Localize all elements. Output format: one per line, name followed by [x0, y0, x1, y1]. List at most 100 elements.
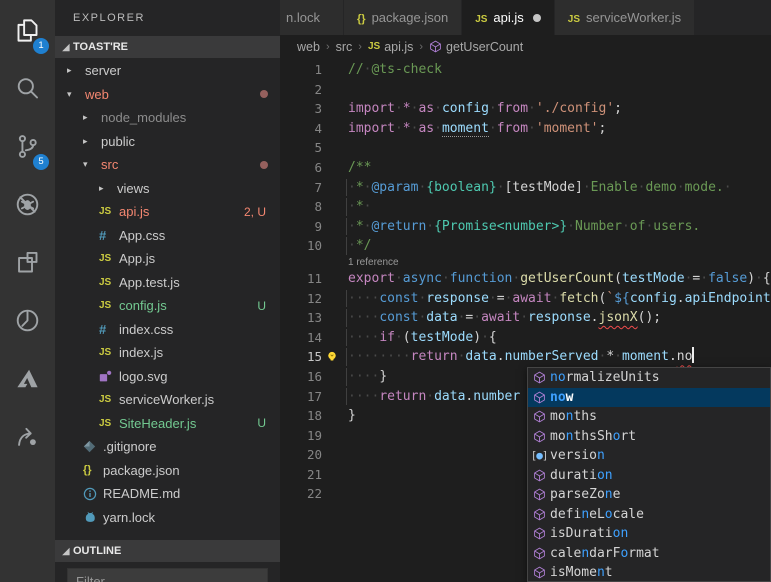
- suggestion-item-calendarFormat[interactable]: calendarFormat: [528, 544, 770, 564]
- tree-item-src[interactable]: ▾src: [55, 153, 280, 177]
- suggestion-item-isMoment[interactable]: isMoment: [528, 563, 770, 582]
- suggestion-item-months[interactable]: months: [528, 407, 770, 427]
- suggestion-item-now[interactable]: now: [528, 388, 770, 408]
- tree-item-app.test.js[interactable]: JSApp.test.js: [55, 271, 280, 295]
- editor-tab-package.json[interactable]: {}package.json: [344, 0, 462, 35]
- tree-item-public[interactable]: ▸public: [55, 130, 280, 154]
- file-type-icon: JS: [568, 10, 580, 25]
- dirty-indicator-icon[interactable]: [533, 14, 541, 22]
- line-number: 4: [280, 119, 322, 139]
- activity-bar: 15: [0, 0, 55, 582]
- code-line-4[interactable]: 4import·*·as·moment·from·'moment';: [280, 119, 771, 139]
- file-type-icon: #: [99, 322, 119, 337]
- suggestion-item-normalizeUnits[interactable]: normalizeUnits: [528, 368, 770, 388]
- sidebar-title: EXPLORER: [55, 0, 280, 36]
- problems-dot: [260, 90, 268, 98]
- suggestion-item-parseZone[interactable]: parseZone: [528, 485, 770, 505]
- tree-item-label: index.css: [119, 322, 173, 337]
- tree-item-yarn.lock[interactable]: yarn.lock: [55, 506, 280, 530]
- suggestion-item-isDuration[interactable]: isDuration: [528, 524, 770, 544]
- activity-item-azure[interactable]: [0, 352, 55, 410]
- symbol-method-icon: [429, 40, 442, 53]
- code-line-5[interactable]: 5: [280, 138, 771, 158]
- editor-tab-api.js[interactable]: JSapi.js: [462, 0, 555, 35]
- tree-item-server[interactable]: ▸server: [55, 59, 280, 83]
- suggestion-item-monthsShort[interactable]: monthsShort: [528, 427, 770, 447]
- file-type-icon: {}: [83, 464, 103, 476]
- tab-label: n.lock: [286, 10, 320, 25]
- code-line-content: export·async·function·getUserCount(testM…: [348, 269, 771, 289]
- tree-item-app.css[interactable]: #App.css: [55, 224, 280, 248]
- code-line-2[interactable]: 2: [280, 80, 771, 100]
- tree-item-web[interactable]: ▾web: [55, 83, 280, 107]
- tree-item-config.js[interactable]: JSconfig.jsU: [55, 294, 280, 318]
- editor-tab-serviceworker.js[interactable]: JSserviceWorker.js: [555, 0, 695, 35]
- breadcrumb-item-web[interactable]: web: [297, 40, 320, 54]
- code-line-1[interactable]: 1//·@ts-check: [280, 60, 771, 80]
- suggestion-item-defineLocale[interactable]: defineLocale: [528, 505, 770, 525]
- line-number: 8: [280, 197, 322, 217]
- tree-item-readme.md[interactable]: README.md: [55, 482, 280, 506]
- activity-item-search[interactable]: [0, 62, 55, 120]
- code-line-3[interactable]: 3import·*·as·config·from·'./config';: [280, 99, 771, 119]
- activity-item-source-control[interactable]: 5: [0, 120, 55, 178]
- chevron-down-icon: ▾: [83, 159, 101, 170]
- git-status-badge: 2, U: [244, 205, 266, 219]
- git-status-badge: U: [257, 299, 266, 313]
- line-number: 11: [280, 269, 322, 289]
- suggestion-item-duration[interactable]: duration: [528, 466, 770, 486]
- code-line-8[interactable]: 8·*·: [280, 197, 771, 217]
- gauge-icon: [14, 307, 41, 339]
- activity-item-debug[interactable]: [0, 178, 55, 236]
- breadcrumb-item-api.js[interactable]: JSapi.js: [368, 40, 413, 54]
- line-number: 5: [280, 138, 322, 158]
- line-number: 7: [280, 178, 322, 198]
- code-line-content: ·*·@param·{boolean}·[testMode]·Enable·de…: [348, 178, 732, 198]
- chevron-right-icon: ▸: [99, 183, 117, 194]
- line-number: 9: [280, 217, 322, 237]
- tree-item-node-modules[interactable]: ▸node_modules: [55, 106, 280, 130]
- line-number: 21: [280, 465, 322, 485]
- breadcrumb-item-getusercount[interactable]: getUserCount: [429, 40, 523, 54]
- tree-item-siteheader.js[interactable]: JSSiteHeader.jsU: [55, 412, 280, 436]
- symbol-method-icon: [528, 371, 550, 384]
- code-line-15[interactable]: 15········return·data.numberServed·*·mom…: [280, 347, 771, 367]
- tree-item-package.json[interactable]: {}package.json: [55, 459, 280, 483]
- activity-item-extensions[interactable]: [0, 236, 55, 294]
- tree-item-api.js[interactable]: JSapi.js2, U: [55, 200, 280, 224]
- lightbulb-icon[interactable]: [324, 349, 340, 365]
- tree-item-label: App.test.js: [119, 275, 180, 290]
- activity-item-explorer[interactable]: 1: [0, 4, 55, 62]
- code-line-9[interactable]: 9·*·@return·{Promise<number>}·Number·of·…: [280, 217, 771, 237]
- section-header-outline[interactable]: ◢ OUTLINE: [55, 540, 280, 562]
- tree-item-app.js[interactable]: JSApp.js: [55, 247, 280, 271]
- tree-item-index.css[interactable]: #index.css: [55, 318, 280, 342]
- suggestion-item-version[interactable]: [●]version: [528, 446, 770, 466]
- code-line-14[interactable]: 14····if·(testMode)·{: [280, 328, 771, 348]
- code-line-12[interactable]: 12····const·response·=·await·fetch(`${co…: [280, 289, 771, 309]
- code-line-11[interactable]: 11 export·async·function·getUserCount(tes…: [280, 269, 771, 289]
- editor-tab-n.lock[interactable]: n.lock: [280, 0, 344, 35]
- code-line-6[interactable]: 6/**: [280, 158, 771, 178]
- tree-item-index.js[interactable]: JSindex.js: [55, 341, 280, 365]
- tree-item-logo.svg[interactable]: logo.svg: [55, 365, 280, 389]
- activity-item-gauge[interactable]: [0, 294, 55, 352]
- symbol-method-icon: [528, 488, 550, 501]
- activity-item-share[interactable]: [0, 410, 55, 468]
- code-line-10[interactable]: 10·*/: [280, 236, 771, 256]
- sidebar-explorer: EXPLORER ◢ TOAST'RE ▸server▾web▸node_mod…: [55, 0, 280, 582]
- file-tree: ▸server▾web▸node_modules▸public▾src▸view…: [55, 58, 280, 529]
- symbol-method-icon: [528, 508, 550, 521]
- code-line-content: import·*·as·config·from·'./config';: [348, 99, 622, 119]
- code-line-13[interactable]: 13····const·data·=·await·response.jsonX(…: [280, 308, 771, 328]
- tree-item-views[interactable]: ▸views: [55, 177, 280, 201]
- file-type-icon: JS: [99, 300, 119, 311]
- code-line-7[interactable]: 7 ·*·@param·{boolean}·[testMode]·Enable·d…: [280, 178, 771, 198]
- chevron-down-icon: ◢: [59, 546, 73, 557]
- breadcrumb-item-src[interactable]: src: [336, 40, 353, 54]
- codelens-references[interactable]: 1 reference: [280, 256, 771, 269]
- tree-item-.gitignore[interactable]: .gitignore: [55, 435, 280, 459]
- section-header-project[interactable]: ◢ TOAST'RE: [55, 36, 280, 58]
- outline-filter-input[interactable]: [67, 568, 268, 582]
- tree-item-serviceworker.js[interactable]: JSserviceWorker.js: [55, 388, 280, 412]
